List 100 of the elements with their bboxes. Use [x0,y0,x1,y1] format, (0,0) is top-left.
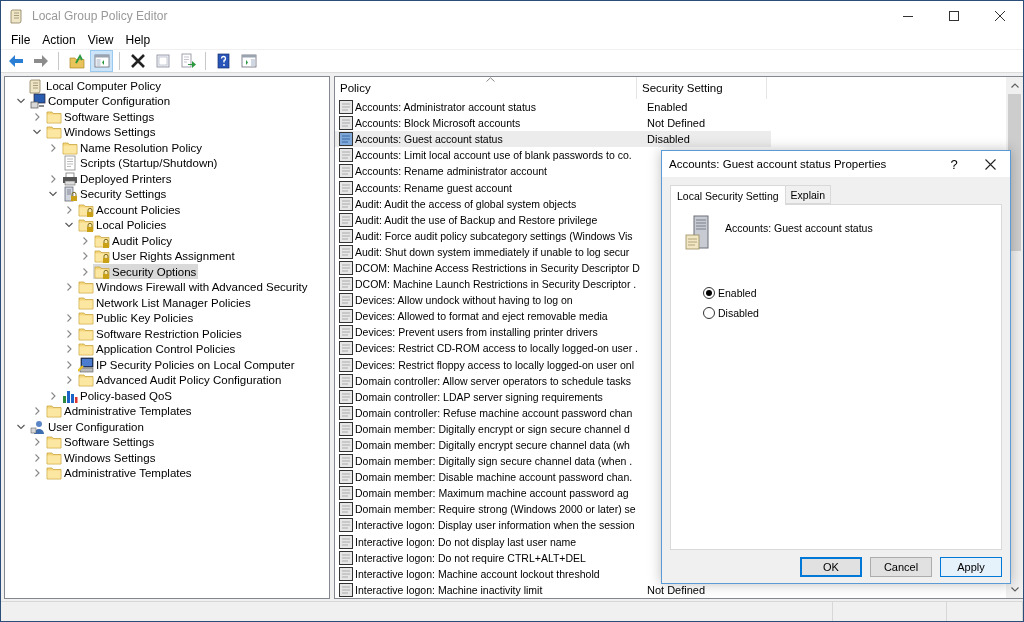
menu-item[interactable]: File [5,33,37,47]
pane-icon [93,53,110,69]
tree-item[interactable]: User Rights Assignment [93,248,237,264]
column-header[interactable]: Security Setting [637,77,767,99]
policy-name: Audit: Shut down system immediately if unable to log secur [355,245,630,258]
tree-item[interactable]: Public Key Policies [77,310,196,326]
dialog-button[interactable]: Apply [940,557,1002,577]
chevron-right-icon[interactable] [49,143,57,152]
tree-item[interactable]: Advanced Audit Policy Configuration [77,372,284,388]
chevron-right-icon[interactable] [81,267,89,276]
policy-row[interactable]: Interactive logon: Machine account lockout threshold [335,565,771,582]
tree-item[interactable]: Software Settings [45,434,157,450]
policy-row[interactable]: Domain controller: LDAP server signing requirements [335,388,771,405]
scroll-down-icon[interactable] [1010,587,1019,592]
tree-item[interactable]: Policy-based QoS [61,388,175,404]
policy-row[interactable]: Domain member: Digitally sign secure channel data (when . [335,453,771,470]
chevron-right-icon[interactable] [81,236,89,245]
policy-row[interactable]: Interactive logon: Do not display last user name [335,533,771,550]
chevron-right-icon[interactable] [65,360,73,369]
menu-item[interactable]: View [81,33,120,47]
tree-item[interactable]: Windows Settings [45,450,158,466]
column-header[interactable]: Policy [335,77,637,99]
policy-row[interactable]: Domain member: Maximum machine account password ag [335,485,771,502]
policy-row[interactable]: Domain member: Disable machine account password chan. [335,469,771,486]
chevron-right-icon[interactable] [65,329,73,338]
policy-row[interactable]: Accounts: Administrator account status Enabled [335,99,771,116]
folder-icon [78,310,94,327]
policy-row[interactable]: Devices: Restrict CD-ROM access to locally logged-on user . [335,340,771,357]
policy-row[interactable]: DCOM: Machine Access Restrictions in Security Descriptor D [335,259,771,277]
tree-item[interactable]: Software Settings [45,109,157,125]
tab[interactable]: Local Security Setting [670,185,786,205]
policy-row[interactable]: Accounts: Guest account status Disabled [335,131,771,148]
scroll-up-icon[interactable] [1010,83,1019,88]
chevron-down-icon[interactable] [17,97,25,106]
tree-item[interactable]: Security Settings [61,186,169,202]
policy-row[interactable]: Domain controller: Refuse machine account password chan [335,404,771,421]
chevron-down-icon[interactable] [33,128,41,137]
tab[interactable]: Explain [785,185,831,204]
policy-row[interactable]: Domain controller: Allow server operators to schedule tasks [335,372,771,389]
chevron-right-icon[interactable] [49,174,57,183]
chevron-right-icon[interactable] [65,205,73,214]
chevron-right-icon[interactable] [49,391,57,400]
computer-key-icon [78,356,94,373]
policy-icon [339,212,353,227]
chevron-down-icon[interactable] [17,422,25,431]
policy-row[interactable]: Domain member: Digitally encrypt secure channel data (wh [335,436,771,454]
delete-icon [129,53,146,69]
policy-row[interactable]: Domain member: Digitally encrypt or sign secure channel d [335,420,771,437]
close-icon[interactable] [984,158,996,170]
tree-item[interactable]: Windows Settings [45,124,158,140]
dialog-button[interactable]: OK [800,557,862,577]
tree-item[interactable]: User Configuration [29,419,146,435]
tree-item[interactable]: Application Control Policies [77,341,238,357]
policy-icon [339,550,353,565]
tree-item[interactable]: Administrative Templates [45,465,194,481]
tree-item[interactable]: Deployed Printers [61,171,174,187]
chevron-right-icon[interactable] [65,376,73,385]
tree-item[interactable]: IP Security Policies on Local Computer [77,357,297,373]
policy-icon [339,180,353,195]
chevron-right-icon[interactable] [33,407,41,416]
chevron-down-icon[interactable] [65,221,73,230]
policy-row[interactable]: Interactive logon: Display user information when the session [335,517,771,534]
security-setting: Enabled [647,101,688,114]
radio-button[interactable]: Disabled [703,307,759,319]
chevron-right-icon[interactable] [65,345,73,354]
chevron-right-icon[interactable] [33,112,41,121]
tree-item[interactable]: Audit Policy [93,233,175,249]
tree-item[interactable]: Local Computer Policy [27,78,164,94]
tree-item[interactable]: Name Resolution Policy [61,140,205,156]
close-icon[interactable] [995,11,1005,21]
tree-item[interactable]: Account Policies [77,202,183,218]
policy-row[interactable]: Interactive logon: Machine inactivity limit Not Defined [335,581,771,598]
tree-item[interactable]: Local Policies [77,217,169,233]
tree-item[interactable]: Computer Configuration [29,93,173,109]
chevron-right-icon[interactable] [65,314,73,323]
policy-row[interactable]: Interactive logon: Do not require CTRL+ALT+DEL [335,549,771,566]
tree-item[interactable]: Administrative Templates [45,403,194,419]
chevron-right-icon[interactable] [33,469,41,478]
tree-item[interactable]: Scripts (Startup/Shutdown) [61,155,220,171]
policy-row[interactable]: Devices: Restrict floppy access to locally logged-on user onl [335,356,771,373]
chevron-down-icon[interactable] [49,190,57,199]
tree-item[interactable]: Security Options [93,264,199,280]
chevron-right-icon[interactable] [33,438,41,447]
chevron-right-icon[interactable] [33,453,41,462]
menu-item[interactable]: Help [119,33,157,47]
dialog-button[interactable]: Cancel [870,557,932,577]
help-button[interactable]: ? [938,156,970,172]
tree-item[interactable]: Network List Manager Policies [77,295,253,311]
tree-item[interactable]: Software Restriction Policies [77,326,244,342]
chevron-right-icon[interactable] [65,283,73,292]
tree-item[interactable]: Windows Firewall with Advanced Security [77,279,310,295]
policy-row[interactable]: Domain member: Require strong (Windows 2000 or later) se [335,501,771,518]
policy-name: Accounts: Block Microsoft accounts [355,117,521,130]
menu-item[interactable]: Action [36,33,82,47]
maximize-icon[interactable] [949,11,959,21]
chevron-right-icon[interactable] [81,252,89,261]
policy-row[interactable]: Accounts: Block Microsoft accounts Not Defined [335,115,771,132]
policy-row[interactable]: Devices: Prevent users from installing printer drivers [335,324,771,341]
policy-row[interactable]: Audit: Shut down system immediately if unable to log secur [335,243,771,260]
radio-button[interactable]: Enabled [703,287,757,299]
